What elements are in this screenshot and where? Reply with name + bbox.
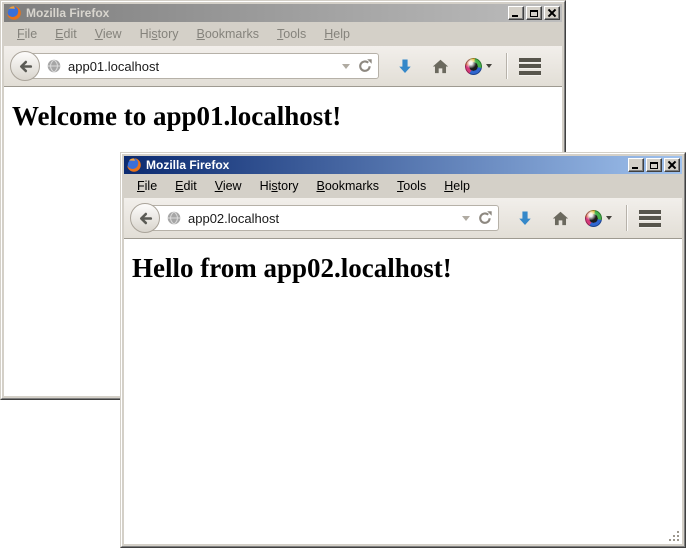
minimize-button[interactable] <box>628 158 644 172</box>
minimize-icon <box>632 167 638 169</box>
addon-dropdown-caret-icon[interactable] <box>606 216 612 220</box>
site-identity-globe-icon[interactable] <box>46 58 62 74</box>
menu-item-bookmarks[interactable]: Bookmarks <box>188 25 269 43</box>
menu-item-view[interactable]: View <box>206 177 251 195</box>
maximize-button[interactable] <box>646 158 662 172</box>
menu-item-help[interactable]: Help <box>315 25 359 43</box>
maximize-button[interactable] <box>526 6 542 20</box>
navigation-toolbar: app02.localhost <box>124 198 682 239</box>
menu-item-file[interactable]: File <box>8 25 46 43</box>
colorwheel-addon-icon[interactable] <box>465 58 482 75</box>
minimize-button[interactable] <box>508 6 524 20</box>
menu-item-bookmarks[interactable]: Bookmarks <box>308 177 389 195</box>
resize-grip[interactable] <box>668 530 681 543</box>
maximize-icon <box>530 10 538 17</box>
window-frame: Mozilla Firefox FileEditViewHistoryBookm… <box>121 153 685 547</box>
site-identity-globe-icon[interactable] <box>166 210 182 226</box>
back-arrow-icon <box>17 58 34 75</box>
toolbar-separator <box>506 53 507 79</box>
window-title: Mozilla Firefox <box>146 158 626 172</box>
download-icon[interactable] <box>396 57 414 75</box>
menu-item-edit[interactable]: Edit <box>46 25 86 43</box>
window-controls <box>626 158 680 172</box>
close-button[interactable] <box>544 6 560 20</box>
urlbar-dropdown-icon[interactable] <box>462 216 470 221</box>
menu-item-edit[interactable]: Edit <box>166 177 206 195</box>
url-text[interactable]: app02.localhost <box>188 211 458 226</box>
back-button[interactable] <box>130 203 160 233</box>
firefox-logo-icon[interactable] <box>126 157 142 173</box>
maximize-icon <box>650 162 658 169</box>
page-heading: Welcome to app01.localhost! <box>12 101 562 132</box>
reload-icon[interactable] <box>477 210 493 226</box>
titlebar[interactable]: Mozilla Firefox <box>4 4 562 22</box>
close-icon <box>667 161 677 170</box>
url-bar[interactable]: app02.localhost <box>147 205 499 231</box>
window-controls <box>506 6 560 20</box>
window-title: Mozilla Firefox <box>26 6 506 20</box>
urlbar-dropdown-icon[interactable] <box>342 64 350 69</box>
page-content: Hello from app02.localhost! <box>124 239 682 544</box>
reload-icon[interactable] <box>357 58 373 74</box>
colorwheel-addon-icon[interactable] <box>585 210 602 227</box>
menu-item-help[interactable]: Help <box>435 177 479 195</box>
menu-item-history[interactable]: History <box>131 25 188 43</box>
firefox-logo-icon[interactable] <box>6 5 22 21</box>
home-icon[interactable] <box>432 58 449 75</box>
menu-hamburger-icon[interactable] <box>639 210 661 227</box>
url-bar[interactable]: app01.localhost <box>27 53 379 79</box>
addon-dropdown-caret-icon[interactable] <box>486 64 492 68</box>
menu-item-tools[interactable]: Tools <box>268 25 315 43</box>
url-text[interactable]: app01.localhost <box>68 59 338 74</box>
home-icon[interactable] <box>552 210 569 227</box>
menu-item-tools[interactable]: Tools <box>388 177 435 195</box>
close-button[interactable] <box>664 158 680 172</box>
menu-item-view[interactable]: View <box>86 25 131 43</box>
close-icon <box>547 9 557 18</box>
menu-bar: FileEditViewHistoryBookmarksToolsHelp <box>4 22 562 46</box>
toolbar-separator <box>626 205 627 231</box>
back-button[interactable] <box>10 51 40 81</box>
menu-item-file[interactable]: File <box>128 177 166 195</box>
minimize-icon <box>512 15 518 17</box>
browser-window-app02: Mozilla Firefox FileEditViewHistoryBookm… <box>120 152 686 548</box>
back-arrow-icon <box>137 210 154 227</box>
page-heading: Hello from app02.localhost! <box>132 253 682 284</box>
menu-bar: FileEditViewHistoryBookmarksToolsHelp <box>124 174 682 198</box>
download-icon[interactable] <box>516 209 534 227</box>
menu-item-history[interactable]: History <box>251 177 308 195</box>
titlebar[interactable]: Mozilla Firefox <box>124 156 682 174</box>
navigation-toolbar: app01.localhost <box>4 46 562 87</box>
menu-hamburger-icon[interactable] <box>519 58 541 75</box>
